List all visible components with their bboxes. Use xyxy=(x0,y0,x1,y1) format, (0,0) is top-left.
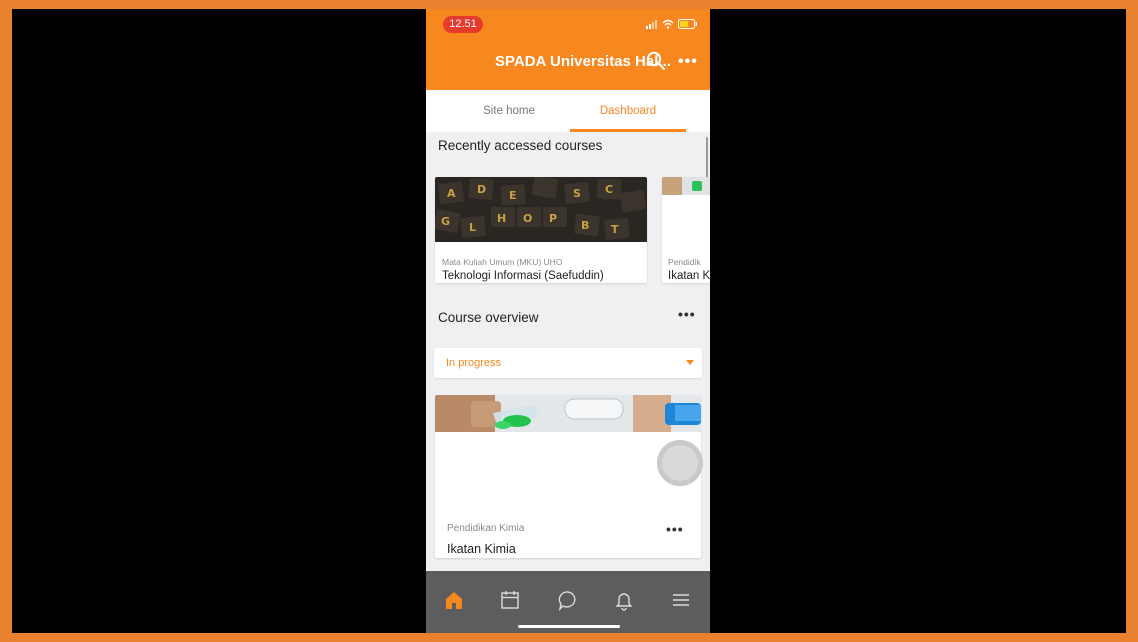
svg-text:O: O xyxy=(523,212,532,225)
app-header: 12.51 SPADA Universitas Hal... ••• xyxy=(426,9,710,90)
svg-text:D: D xyxy=(477,183,486,196)
messages-icon[interactable] xyxy=(557,589,579,611)
svg-text:S: S xyxy=(573,187,581,200)
overview-more-button[interactable]: ••• xyxy=(678,306,696,322)
course-more-button[interactable]: ••• xyxy=(666,521,684,537)
notifications-icon[interactable] xyxy=(613,589,635,611)
svg-text:L: L xyxy=(469,221,476,234)
battery-icon xyxy=(678,19,697,29)
svg-text:T: T xyxy=(611,223,619,236)
course-thumbnail-chemistry xyxy=(435,395,701,432)
header-more-button[interactable]: ••• xyxy=(678,53,698,71)
tab-bar: Site home Dashboard xyxy=(426,90,710,132)
chevron-down-icon xyxy=(686,360,694,365)
calendar-icon[interactable] xyxy=(499,589,521,611)
svg-text:B: B xyxy=(581,219,589,232)
recent-course-card[interactable]: Pendidik Ikatan K xyxy=(662,177,710,283)
recent-course-card[interactable]: A D E S C H O P G B T L Mata Kuliah Umum (MKU) U… xyxy=(435,177,647,283)
home-icon[interactable] xyxy=(443,589,465,611)
course-thumbnail-scrabble: A D E S C H O P G B T L xyxy=(435,177,647,242)
wifi-icon xyxy=(662,19,674,29)
signal-icon xyxy=(646,20,657,29)
course-progress-indicator xyxy=(657,440,703,486)
svg-text:A: A xyxy=(447,187,456,200)
course-category: Mata Kuliah Umum (MKU) UHO xyxy=(442,257,563,267)
svg-text:P: P xyxy=(549,212,557,225)
status-icons xyxy=(646,17,698,31)
course-overview-title: Course overview xyxy=(438,310,539,325)
course-filter-select[interactable]: In progress xyxy=(434,348,702,378)
svg-text:G: G xyxy=(441,215,450,228)
bottom-nav xyxy=(426,571,710,633)
course-category: Pendidik xyxy=(668,257,701,267)
course-name: Ikatan K xyxy=(668,270,710,282)
course-thumbnail-chemistry xyxy=(662,177,710,195)
course-category: Pendidikan Kimia xyxy=(447,523,525,534)
recent-courses-title: Recently accessed courses xyxy=(438,138,603,153)
menu-icon[interactable] xyxy=(670,589,692,611)
course-name: Teknologi Informasi (Saefuddin) xyxy=(442,270,604,282)
home-indicator xyxy=(518,625,620,628)
filter-selected-value: In progress xyxy=(446,357,502,369)
site-title: SPADA Universitas Hal... xyxy=(495,53,671,70)
course-name: Ikatan Kimia xyxy=(447,542,516,556)
svg-text:H: H xyxy=(497,212,506,225)
phone-screen: 12.51 SPADA Universitas Hal... ••• Site … xyxy=(426,9,710,633)
status-time: 12.51 xyxy=(443,16,483,33)
search-icon[interactable] xyxy=(646,51,666,71)
svg-text:C: C xyxy=(605,183,613,196)
svg-text:E: E xyxy=(509,189,517,202)
tab-site-home[interactable]: Site home xyxy=(456,90,562,132)
tab-dashboard[interactable]: Dashboard xyxy=(570,90,686,132)
